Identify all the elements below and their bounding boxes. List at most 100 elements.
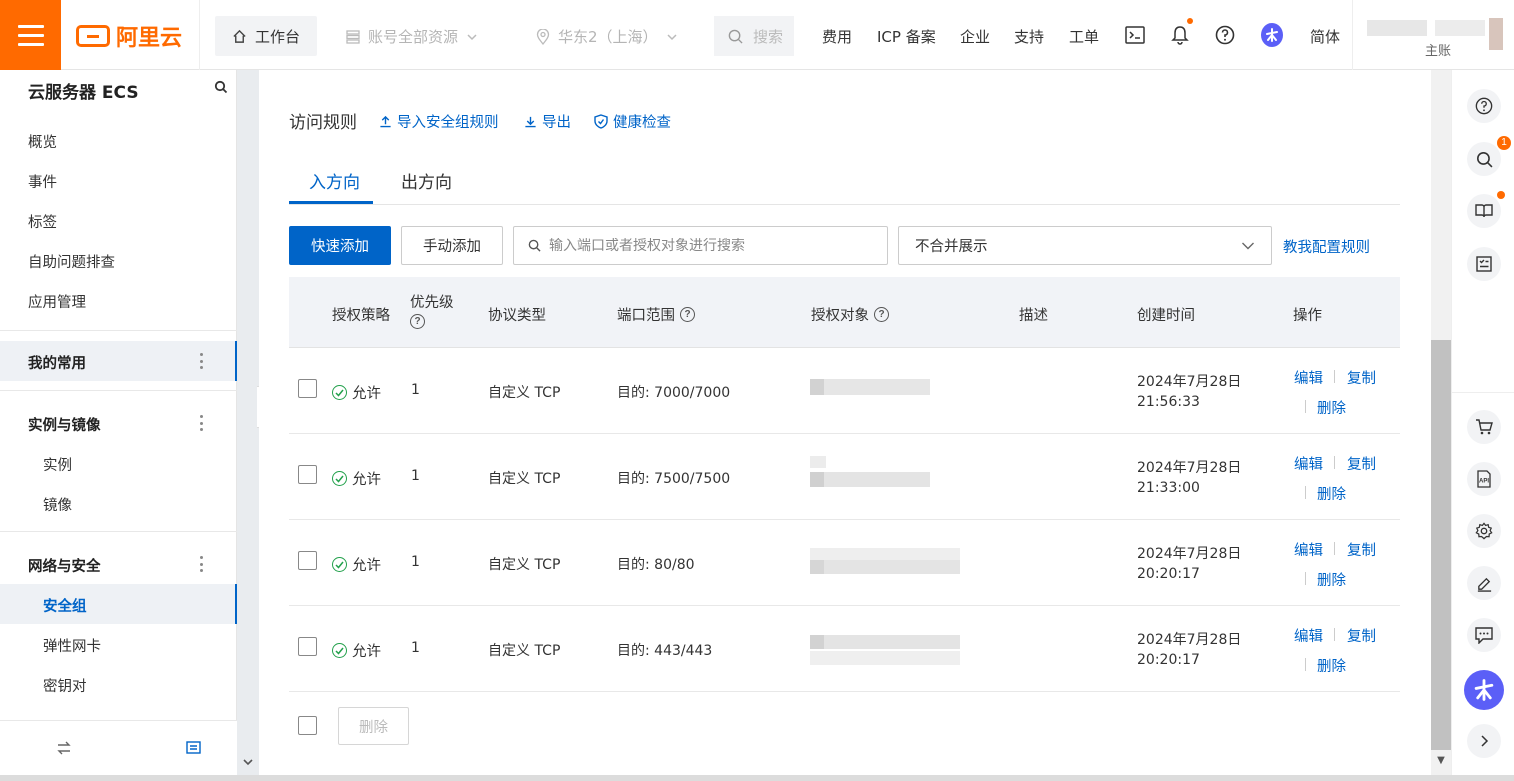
more-icon[interactable] — [198, 415, 204, 431]
scroll-down-arrow[interactable]: ▼ — [1431, 750, 1451, 770]
sidebar-item-instances[interactable]: 实例 — [43, 454, 72, 475]
gear-icon[interactable] — [1467, 514, 1501, 548]
sidebar-item-app-management[interactable]: 应用管理 — [28, 291, 86, 312]
help-icon[interactable]: ? — [410, 314, 425, 329]
select-all-checkbox[interactable] — [298, 716, 317, 735]
merge-display-select[interactable]: 不合并展示 — [898, 226, 1272, 265]
created-time-cell: 20:20:17 — [1137, 652, 1200, 668]
health-check-link[interactable]: 健康检查 — [594, 111, 671, 132]
port-cell: 目的: 7500/7500 — [617, 471, 731, 487]
divider — [1334, 628, 1335, 641]
export-link[interactable]: 导出 — [524, 111, 571, 132]
edit-icon[interactable] — [1467, 566, 1501, 600]
more-icon[interactable] — [198, 556, 204, 572]
nav-billing[interactable]: 费用 — [822, 26, 852, 47]
delete-button[interactable]: 删除 — [1317, 397, 1346, 418]
row-checkbox[interactable] — [298, 379, 317, 398]
bell-icon[interactable] — [1169, 18, 1193, 46]
policy-cell: 允许 — [332, 468, 381, 489]
aliyun-logo[interactable]: 阿里云 — [76, 22, 182, 51]
nav-support[interactable]: 支持 — [1014, 26, 1044, 47]
created-date-cell: 2024年7月28日 — [1137, 546, 1242, 562]
tab-inbound[interactable]: 入方向 — [309, 168, 360, 193]
sidebar-item-images[interactable]: 镜像 — [43, 494, 72, 515]
priority-cell: 1 — [411, 640, 420, 656]
import-rules-link[interactable]: 导入安全组规则 — [379, 111, 499, 132]
terminal-icon[interactable] — [1124, 24, 1146, 46]
row-checkbox[interactable] — [298, 637, 317, 656]
row-checkbox[interactable] — [298, 465, 317, 484]
created-time-cell: 21:56:33 — [1137, 394, 1200, 410]
edit-button[interactable]: 编辑 — [1294, 625, 1323, 646]
manual-add-button[interactable]: 手动添加 — [401, 226, 503, 265]
help-icon[interactable] — [1214, 24, 1236, 46]
divider — [1334, 370, 1335, 383]
divider — [0, 531, 237, 532]
delete-button[interactable]: 删除 — [1317, 483, 1346, 504]
menu-icon[interactable] — [0, 0, 61, 70]
search-icon[interactable] — [214, 80, 228, 94]
sidebar-item-troubleshoot[interactable]: 自助问题排查 — [28, 251, 115, 272]
workbench-button[interactable]: 工作台 — [215, 16, 317, 56]
feedback-icon[interactable] — [1467, 618, 1501, 652]
cart-icon[interactable] — [1467, 410, 1501, 444]
bottom-scrollbar[interactable] — [0, 775, 1514, 781]
resource-scope-select[interactable]: 账号全部资源 — [346, 26, 478, 47]
sidebar-item-overview[interactable]: 概览 — [28, 131, 57, 152]
sidebar-item-eni[interactable]: 弹性网卡 — [43, 635, 101, 656]
nav-icp[interactable]: ICP 备案 — [877, 26, 936, 47]
checklist-icon[interactable] — [1467, 247, 1501, 281]
resource-scope-label: 账号全部资源 — [368, 28, 459, 46]
delete-button[interactable]: 删除 — [1317, 569, 1346, 590]
sidebar-scroll-down[interactable] — [237, 750, 259, 774]
nav-ticket[interactable]: 工单 — [1069, 26, 1099, 47]
sidebar-item-security-group[interactable]: 安全组 — [43, 595, 87, 616]
assistant-icon[interactable] — [1464, 670, 1504, 710]
tab-outbound[interactable]: 出方向 — [401, 168, 452, 193]
edit-button[interactable]: 编辑 — [1294, 367, 1323, 388]
language-switch[interactable]: 简体 — [1310, 26, 1340, 47]
port-cell: 目的: 7000/7000 — [617, 385, 731, 401]
quick-add-button[interactable]: 快速添加 — [289, 226, 391, 265]
copy-button[interactable]: 复制 — [1347, 453, 1376, 474]
search-badge: 1 — [1497, 136, 1511, 150]
bulk-delete-button[interactable]: 删除 — [338, 707, 409, 745]
table-header: 授权策略 优先级 ? 协议类型 端口范围? 授权对象? 描述 创建时间 操作 — [289, 277, 1400, 348]
copy-button[interactable]: 复制 — [1347, 625, 1376, 646]
copy-button[interactable]: 复制 — [1347, 367, 1376, 388]
help-icon[interactable]: ? — [680, 307, 695, 322]
protocol-cell: 自定义 TCP — [488, 557, 561, 573]
delete-button[interactable]: 删除 — [1317, 655, 1346, 676]
merge-display-value: 不合并展示 — [915, 239, 988, 255]
global-search[interactable]: 搜索 — [714, 16, 794, 56]
sidebar-group-favorites[interactable]: 我的常用 — [0, 341, 237, 381]
row-checkbox[interactable] — [298, 551, 317, 570]
main-scrollbar[interactable]: ▼ — [1431, 70, 1451, 781]
api-icon[interactable]: API — [1467, 462, 1501, 496]
user-account[interactable]: 主账 — [1352, 0, 1514, 70]
rule-search-input[interactable] — [549, 237, 869, 254]
copy-button[interactable]: 复制 — [1347, 539, 1376, 560]
list-view-icon[interactable] — [186, 741, 201, 755]
more-icon[interactable] — [198, 353, 204, 369]
config-help-link[interactable]: 教我配置规则 — [1283, 236, 1370, 257]
edit-button[interactable]: 编辑 — [1294, 539, 1323, 560]
sidebar-group-instances-images[interactable]: 实例与镜像 — [0, 403, 237, 443]
book-icon[interactable] — [1467, 191, 1505, 228]
region-select[interactable]: 华东2（上海） — [536, 26, 678, 47]
nav-enterprise[interactable]: 企业 — [960, 26, 990, 47]
sidebar-item-keypair[interactable]: 密钥对 — [43, 675, 87, 696]
search-icon[interactable]: 1 — [1467, 136, 1511, 176]
expand-rail-icon[interactable] — [1467, 724, 1501, 758]
edit-button[interactable]: 编辑 — [1294, 453, 1323, 474]
scrollbar-thumb[interactable] — [1431, 340, 1451, 750]
left-sidebar: 云服务器 ECS 概览 事件 标签 自助问题排查 应用管理 我的常用 实例与镜像… — [0, 70, 237, 781]
assistant-icon[interactable] — [1261, 23, 1283, 47]
help-icon[interactable] — [1467, 89, 1501, 123]
switch-icon[interactable] — [56, 741, 72, 755]
sidebar-group-network-security[interactable]: 网络与安全 — [0, 544, 237, 584]
rule-search-field[interactable] — [513, 226, 888, 265]
help-icon[interactable]: ? — [874, 307, 889, 322]
sidebar-item-events[interactable]: 事件 — [28, 171, 57, 192]
sidebar-item-tags[interactable]: 标签 — [28, 211, 57, 232]
